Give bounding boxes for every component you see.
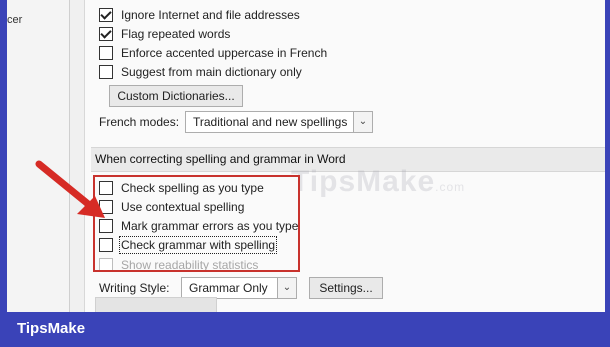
writing-style-label: Writing Style: xyxy=(99,281,170,295)
left-nav-cut-text: cer xyxy=(7,14,23,26)
nav-gutter xyxy=(70,0,85,312)
checkbox-suggest-main-dictionary[interactable] xyxy=(99,65,113,79)
brand-logo: TipsMake xyxy=(17,320,86,337)
chevron-down-icon[interactable]: ⌄ xyxy=(353,112,372,132)
writing-style-row: Writing Style: xyxy=(99,279,169,297)
red-arrow-icon xyxy=(35,160,105,218)
options-content: Ignore Internet and file addresses Flag … xyxy=(91,0,605,312)
french-modes-select[interactable]: Traditional and new spellings ⌄ xyxy=(185,111,373,133)
writing-style-value: Grammar Only xyxy=(189,281,268,295)
chevron-down-icon[interactable]: ⌄ xyxy=(277,278,296,298)
watermark: TipsMake.com xyxy=(291,165,465,199)
watermark-suffix: .com xyxy=(435,180,466,194)
watermark-text: TipsMake xyxy=(291,165,436,198)
option-label: Flag repeated words xyxy=(121,27,231,41)
french-modes-row: French modes: xyxy=(99,113,179,131)
checkbox-flag-repeated-words[interactable] xyxy=(99,27,113,41)
option-flag-repeated-words[interactable]: Flag repeated words xyxy=(99,25,230,43)
highlight-box xyxy=(93,175,300,272)
checkbox-ignore-internet-addresses[interactable] xyxy=(99,8,113,22)
proofing-options-window: cer Ignore Internet and file addresses F… xyxy=(7,0,605,312)
option-label: Suggest from main dictionary only xyxy=(121,65,302,79)
custom-dictionaries-button[interactable]: Custom Dictionaries... xyxy=(109,85,243,107)
option-label: Ignore Internet and file addresses xyxy=(121,8,300,22)
settings-button[interactable]: Settings... xyxy=(309,277,383,299)
option-enforce-accented-uppercase[interactable]: Enforce accented uppercase in French xyxy=(99,44,327,62)
french-modes-value: Traditional and new spellings xyxy=(193,115,348,129)
checkbox-enforce-accented-uppercase[interactable] xyxy=(99,46,113,60)
next-section-control xyxy=(95,297,217,312)
french-modes-label: French modes: xyxy=(99,115,180,129)
option-label: Enforce accented uppercase in French xyxy=(121,46,328,60)
section-header-text: When correcting spelling and grammar in … xyxy=(95,152,346,166)
option-ignore-internet-addresses[interactable]: Ignore Internet and file addresses xyxy=(99,6,300,24)
option-suggest-main-dictionary[interactable]: Suggest from main dictionary only xyxy=(99,63,302,81)
writing-style-select[interactable]: Grammar Only ⌄ xyxy=(181,277,297,299)
left-nav-pane: cer xyxy=(7,0,70,312)
